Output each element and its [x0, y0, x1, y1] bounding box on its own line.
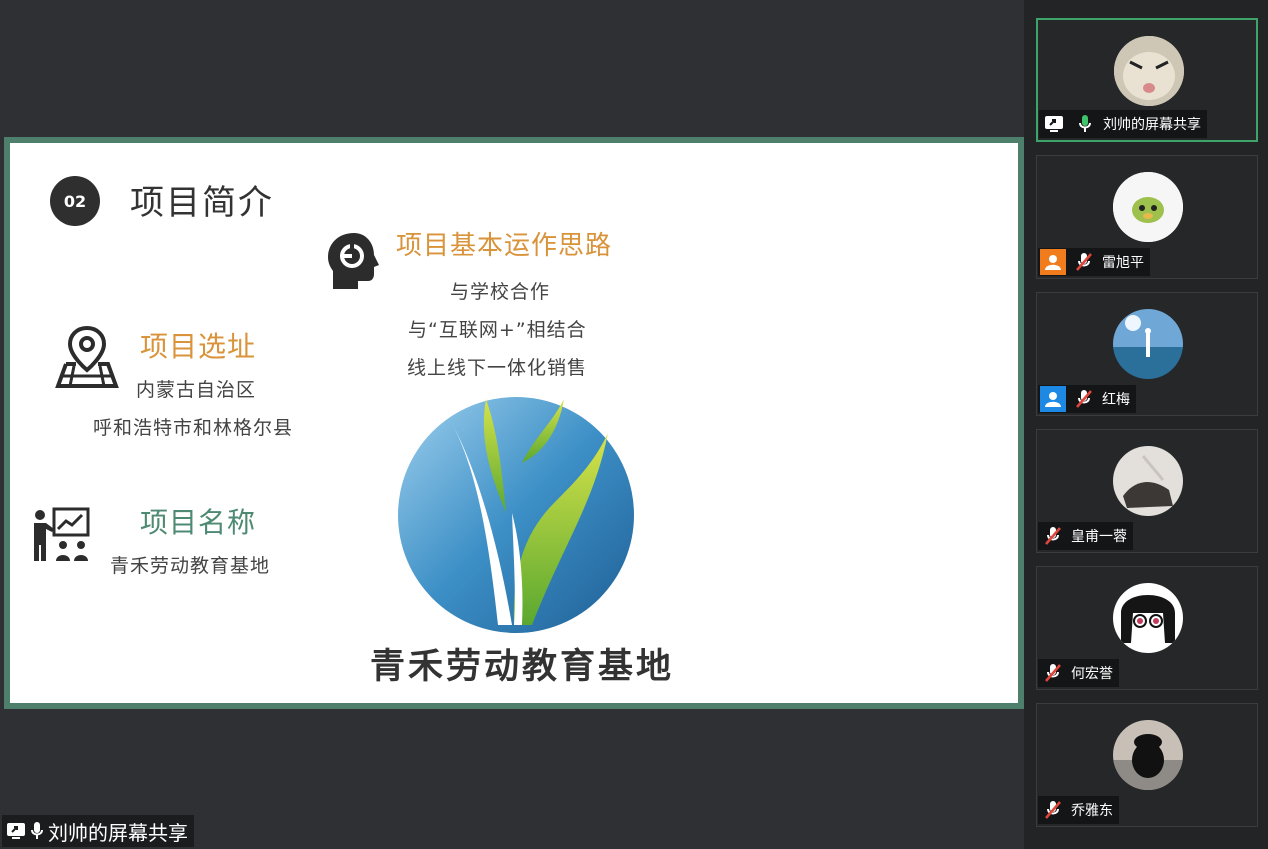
- project-name-line: 青禾劳动教育基地: [110, 555, 271, 577]
- microphone-muted-icon: [1071, 249, 1097, 275]
- location-title: 项目选址: [140, 330, 257, 363]
- participant-name: 乔雅东: [1071, 803, 1113, 819]
- shared-screen-stage: 02 项目简介 项目基本运作思路 与学校合作 与“互联网+”相结合 线上线下一体…: [0, 0, 1024, 849]
- slide-title: 项目简介: [130, 183, 274, 223]
- slide-frame: 02 项目简介 项目基本运作思路 与学校合作 与“互联网+”相结合 线上线下一体…: [4, 137, 1024, 709]
- participant-name: 红梅: [1102, 392, 1130, 408]
- microphone-muted-icon: [1040, 797, 1066, 823]
- avatar: [1113, 172, 1183, 242]
- participant-name: 皇甫一蓉: [1071, 529, 1127, 545]
- approach-title: 项目基本运作思路: [396, 231, 613, 261]
- avatar: [1114, 36, 1184, 106]
- participant-name-bar: 乔雅东: [1038, 796, 1119, 824]
- participant-tile[interactable]: 何宏誉: [1036, 566, 1258, 690]
- participant-tile[interactable]: 红梅: [1036, 292, 1258, 416]
- user-role-icon: [1040, 249, 1066, 275]
- participant-tile[interactable]: 乔雅东: [1036, 703, 1258, 827]
- participant-name-bar: 何宏誉: [1038, 659, 1119, 687]
- participant-name: 雷旭平: [1102, 255, 1144, 271]
- location-line-2: 呼和浩特市和林格尔县: [93, 417, 294, 439]
- approach-line-3: 线上线下一体化销售: [407, 357, 588, 379]
- microphone-muted-icon: [1040, 523, 1066, 549]
- avatar: [1113, 720, 1183, 790]
- microphone-muted-icon: [1071, 386, 1097, 412]
- microphone-muted-icon: [1040, 660, 1066, 686]
- avatar: [1113, 583, 1183, 653]
- screen-share-icon: [7, 823, 25, 839]
- screen-share-icon: [1041, 111, 1067, 137]
- participant-name-bar: 皇甫一蓉: [1038, 522, 1133, 550]
- participant-tile[interactable]: 雷旭平: [1036, 155, 1258, 279]
- avatar: [1113, 446, 1183, 516]
- approach-line-2: 与“互联网+”相结合: [408, 319, 587, 341]
- approach-line-1: 与学校合作: [450, 281, 551, 303]
- user-role-icon: [1040, 386, 1066, 412]
- section-number-badge: 02: [50, 176, 100, 226]
- microphone-on-icon: [31, 822, 43, 839]
- microphone-active-icon: [1072, 111, 1098, 137]
- logo-text: 青禾劳动教育基地: [370, 647, 675, 687]
- map-pin-icon: [55, 326, 119, 388]
- participant-name: 刘帅的屏幕共享: [1103, 117, 1201, 133]
- project-name-title: 项目名称: [140, 506, 257, 539]
- avatar: [1113, 309, 1183, 379]
- qinghe-logo: [398, 397, 634, 633]
- presentation-teacher-icon: [34, 507, 90, 561]
- participant-name-bar: 红梅: [1038, 385, 1136, 413]
- participant-name-bar: 刘帅的屏幕共享: [1039, 110, 1207, 138]
- participant-tile[interactable]: 皇甫一蓉: [1036, 429, 1258, 553]
- location-line-1: 内蒙古自治区: [136, 379, 257, 401]
- participants-panel: 刘帅的屏幕共享 雷旭平 红梅 皇甫一蓉 何宏誉 乔雅东: [1024, 0, 1268, 849]
- presentation-slide: 02 项目简介 项目基本运作思路 与学校合作 与“互联网+”相结合 线上线下一体…: [10, 143, 1018, 703]
- participant-tile[interactable]: 刘帅的屏幕共享: [1036, 18, 1258, 142]
- head-gear-icon: [328, 233, 379, 289]
- screen-share-label: 刘帅的屏幕共享: [2, 815, 194, 847]
- participant-name-bar: 雷旭平: [1038, 248, 1150, 276]
- share-label-text: 刘帅的屏幕共享: [48, 820, 188, 845]
- participant-name: 何宏誉: [1071, 666, 1113, 682]
